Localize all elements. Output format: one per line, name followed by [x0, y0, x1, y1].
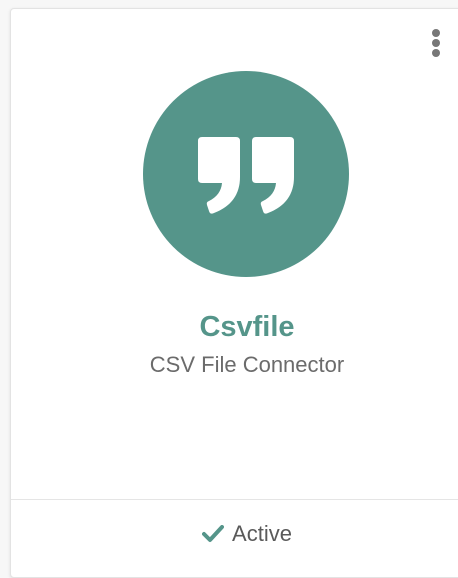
- status-indicator: Active: [11, 521, 458, 547]
- card-divider: [11, 499, 458, 500]
- quote-icon: [198, 137, 294, 214]
- status-label: Active: [232, 521, 292, 546]
- connector-name: Csvfile: [199, 311, 295, 343]
- check-icon: [202, 525, 225, 543]
- kebab-menu-icon[interactable]: [429, 29, 443, 71]
- kebab-dot: [432, 29, 440, 37]
- connector-logo: [143, 71, 349, 277]
- connector-card[interactable]: Csvfile CSV File Connector Active: [10, 8, 458, 578]
- kebab-dot: [432, 49, 440, 57]
- kebab-dot: [432, 39, 440, 47]
- connector-description: CSV File Connector: [149, 352, 345, 377]
